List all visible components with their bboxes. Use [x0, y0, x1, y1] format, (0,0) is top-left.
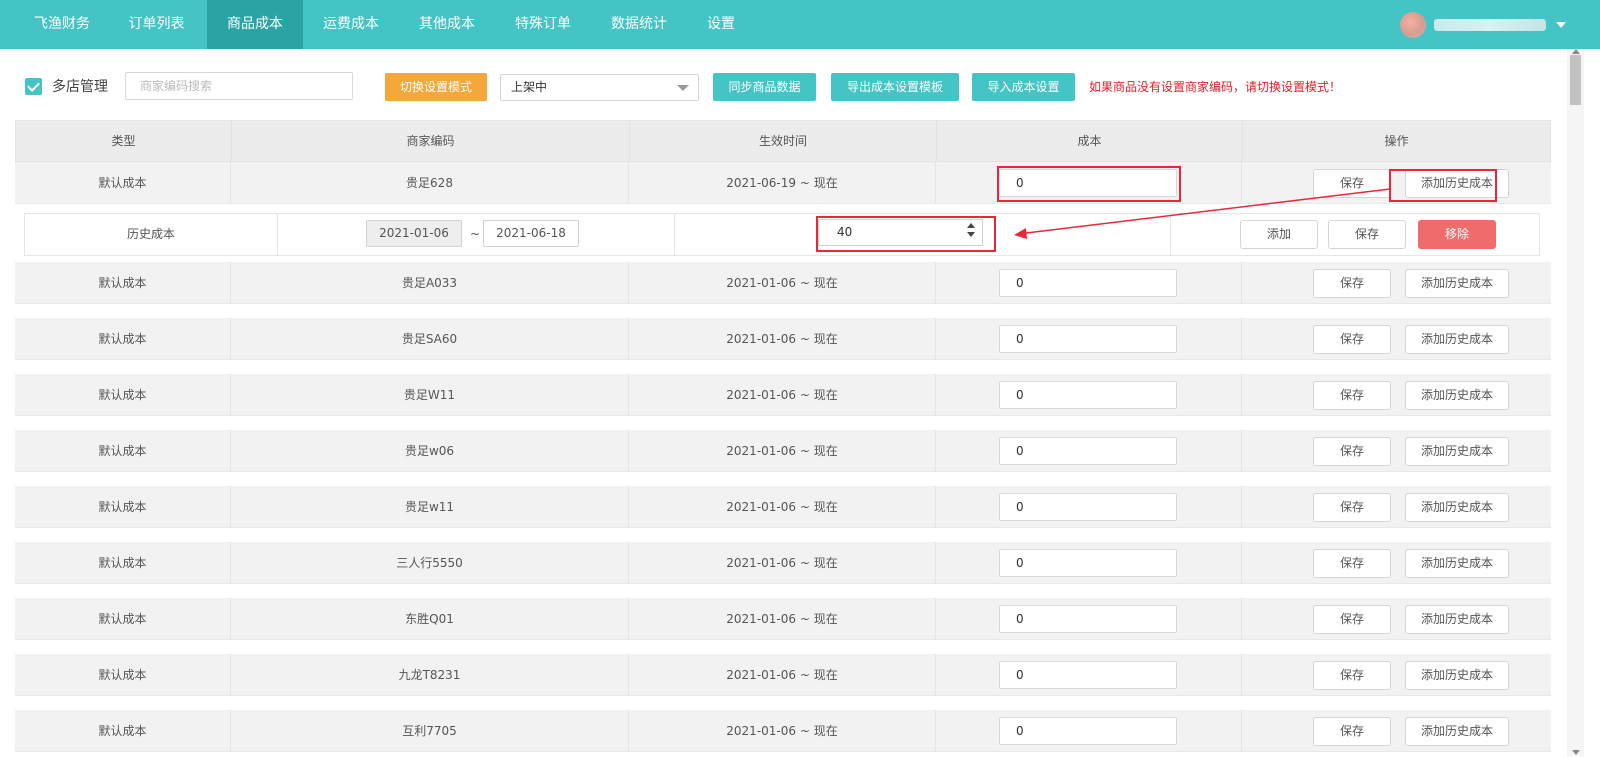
scroll-down-icon[interactable]: [1572, 750, 1580, 755]
annotation-arrow: [1014, 188, 1391, 239]
scroll-up-icon[interactable]: [1572, 49, 1580, 54]
scrollbar[interactable]: [1567, 49, 1584, 757]
scrollbar-thumb[interactable]: [1570, 55, 1581, 105]
